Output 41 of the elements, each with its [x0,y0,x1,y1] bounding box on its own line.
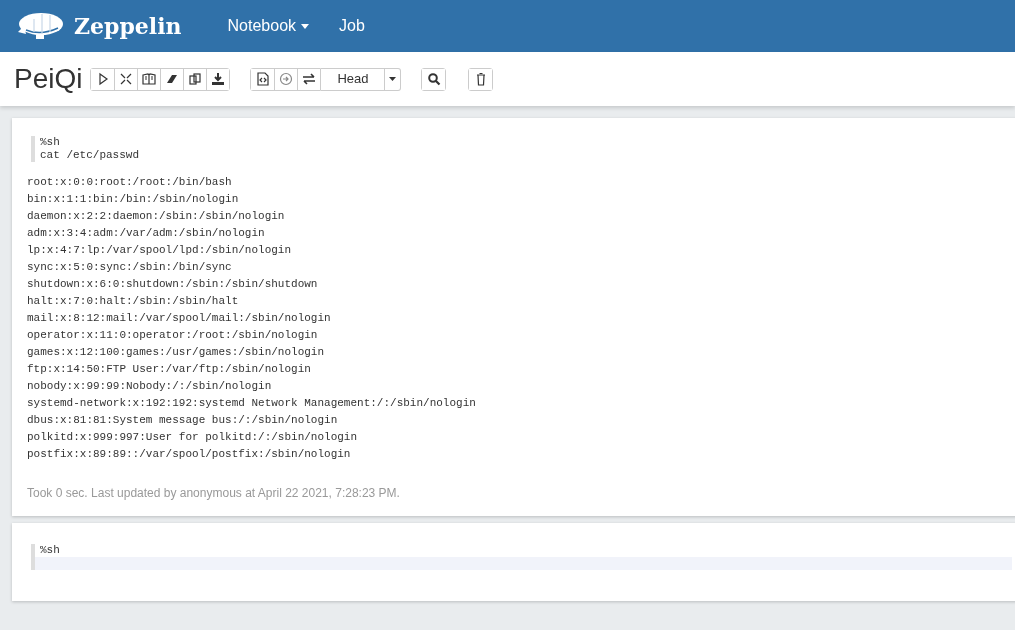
output-line: nobody:x:99:99:Nobody:/:/sbin/nologin [27,379,273,394]
code-line: %sh [40,136,61,149]
download-button[interactable] [206,68,230,90]
head-selector[interactable]: Head [321,67,386,91]
collapse-icon [119,72,134,86]
code-file-icon [255,72,270,86]
output-line: dbus:x:81:81:System message bus:/:/sbin/nologin [27,413,339,428]
output-line: sync:x:5:0:sync:/sbin:/bin/sync [27,260,233,275]
output-line: mail:x:8:12:mail:/var/spool/mail:/sbin/nologin [27,311,332,326]
output-line: shutdown:x:6:0:shutdown:/sbin:/sbin/shutdown [27,277,319,292]
download-icon [211,72,226,86]
copy-icon [188,72,203,86]
code-editor[interactable]: %sh cat /etc/passwd [31,136,1012,162]
output-line: root:x:0:0:root:/root:/bin/bash [27,175,233,190]
output-line: polkitd:x:999:997:User for polkitd:/:/sbin/nologin [27,430,359,445]
book-icon [142,72,157,86]
output-line: postfix:x:89:89::/var/spool/postfix:/sbin/nologin [27,447,352,462]
output-line: lp:x:4:7:lp:/var/spool/lpd:/sbin/nologin [27,243,293,258]
trash-button[interactable] [469,68,493,90]
brand-name[interactable]: Zeppelin [74,9,182,43]
code-line: %sh [40,544,61,557]
code-editor[interactable]: %sh [31,544,1012,570]
code-line: cat /etc/passwd [40,149,141,162]
nav-menu-item[interactable]: Job [339,14,365,38]
dropdown-button[interactable] [385,67,402,91]
caret-icon [389,77,397,81]
nav-menu-item[interactable]: Notebook [227,14,310,38]
output-line: bin:x:1:1:bin:/bin:/sbin/nologin [27,192,240,207]
search-button[interactable] [422,68,446,90]
note-title[interactable]: PeiQi [14,58,83,100]
output-line: adm:x:3:4:adm:/var/adm:/sbin/nologin [27,226,266,241]
output-line: operator:x:11:0:operator:/root:/sbin/nologin [27,328,319,343]
swap-arrows-icon [302,72,317,86]
output-line: ftp:x:14:50:FTP User:/var/ftp:/sbin/nologin [27,362,312,377]
output-line: games:x:12:100:games:/usr/games:/sbin/nologin [27,345,326,360]
output-line: halt:x:7:0:halt:/sbin:/sbin/halt [27,294,240,309]
eraser-icon [165,72,180,86]
output-line: daemon:x:2:2:daemon:/sbin:/sbin/nologin [27,209,286,224]
search-icon [426,72,441,86]
paragraph-status: Took 0 sec. Last updated by anonymous at April 22 2021, 7:28:23 PM. [27,485,401,502]
output-line: systemd-network:x:192:192:systemd Network Management:/:/sbin/nologin [27,396,477,411]
